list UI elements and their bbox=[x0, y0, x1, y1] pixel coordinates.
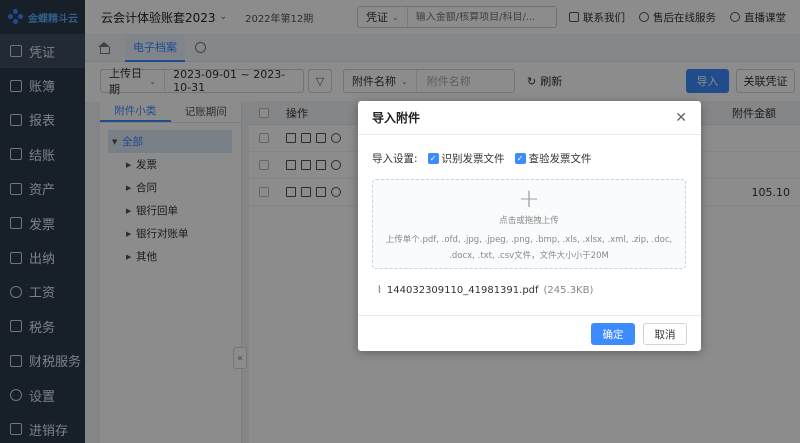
upload-title: 点击或拖拽上传 bbox=[499, 216, 559, 226]
close-icon[interactable]: ✕ bbox=[675, 110, 687, 126]
uploaded-file: ⌇ 144032309110_41981391.pdf (245.3KB) bbox=[377, 285, 593, 296]
dialog-title: 导入附件 bbox=[358, 101, 701, 135]
checkbox-label: 识别发票文件 bbox=[441, 153, 505, 165]
check-icon: ✓ bbox=[427, 153, 439, 164]
import-settings: 导入设置: ✓ 识别发票文件 ✓ 查验发票文件 bbox=[372, 151, 592, 166]
checkbox-label: 查验发票文件 bbox=[528, 153, 592, 165]
dialog-footer: 确定 取消 bbox=[358, 315, 701, 351]
verify-invoice-checkbox[interactable]: ✓ 查验发票文件 bbox=[514, 151, 592, 166]
import-attachment-dialog: 导入附件 ✕ 导入设置: ✓ 识别发票文件 ✓ 查验发票文件 + 点击或拖拽上传 上… bbox=[358, 101, 701, 351]
cancel-button[interactable]: 取消 bbox=[643, 323, 687, 345]
import-settings-label: 导入设置: bbox=[372, 153, 418, 165]
upload-dropzone[interactable]: + 点击或拖拽上传 上传单个.pdf, .ofd, .jpg, .jpeg, .… bbox=[372, 179, 686, 269]
upload-hint: 上传单个.pdf, .ofd, .jpg, .jpeg, .png, .bmp,… bbox=[385, 235, 673, 261]
file-size: (245.3KB) bbox=[543, 285, 594, 296]
confirm-button[interactable]: 确定 bbox=[591, 323, 635, 345]
plus-icon: + bbox=[518, 184, 540, 214]
paperclip-icon: ⌇ bbox=[377, 285, 382, 296]
file-name[interactable]: 144032309110_41981391.pdf bbox=[387, 285, 539, 296]
recognize-invoice-checkbox[interactable]: ✓ 识别发票文件 bbox=[427, 151, 505, 166]
check-icon: ✓ bbox=[514, 153, 526, 164]
